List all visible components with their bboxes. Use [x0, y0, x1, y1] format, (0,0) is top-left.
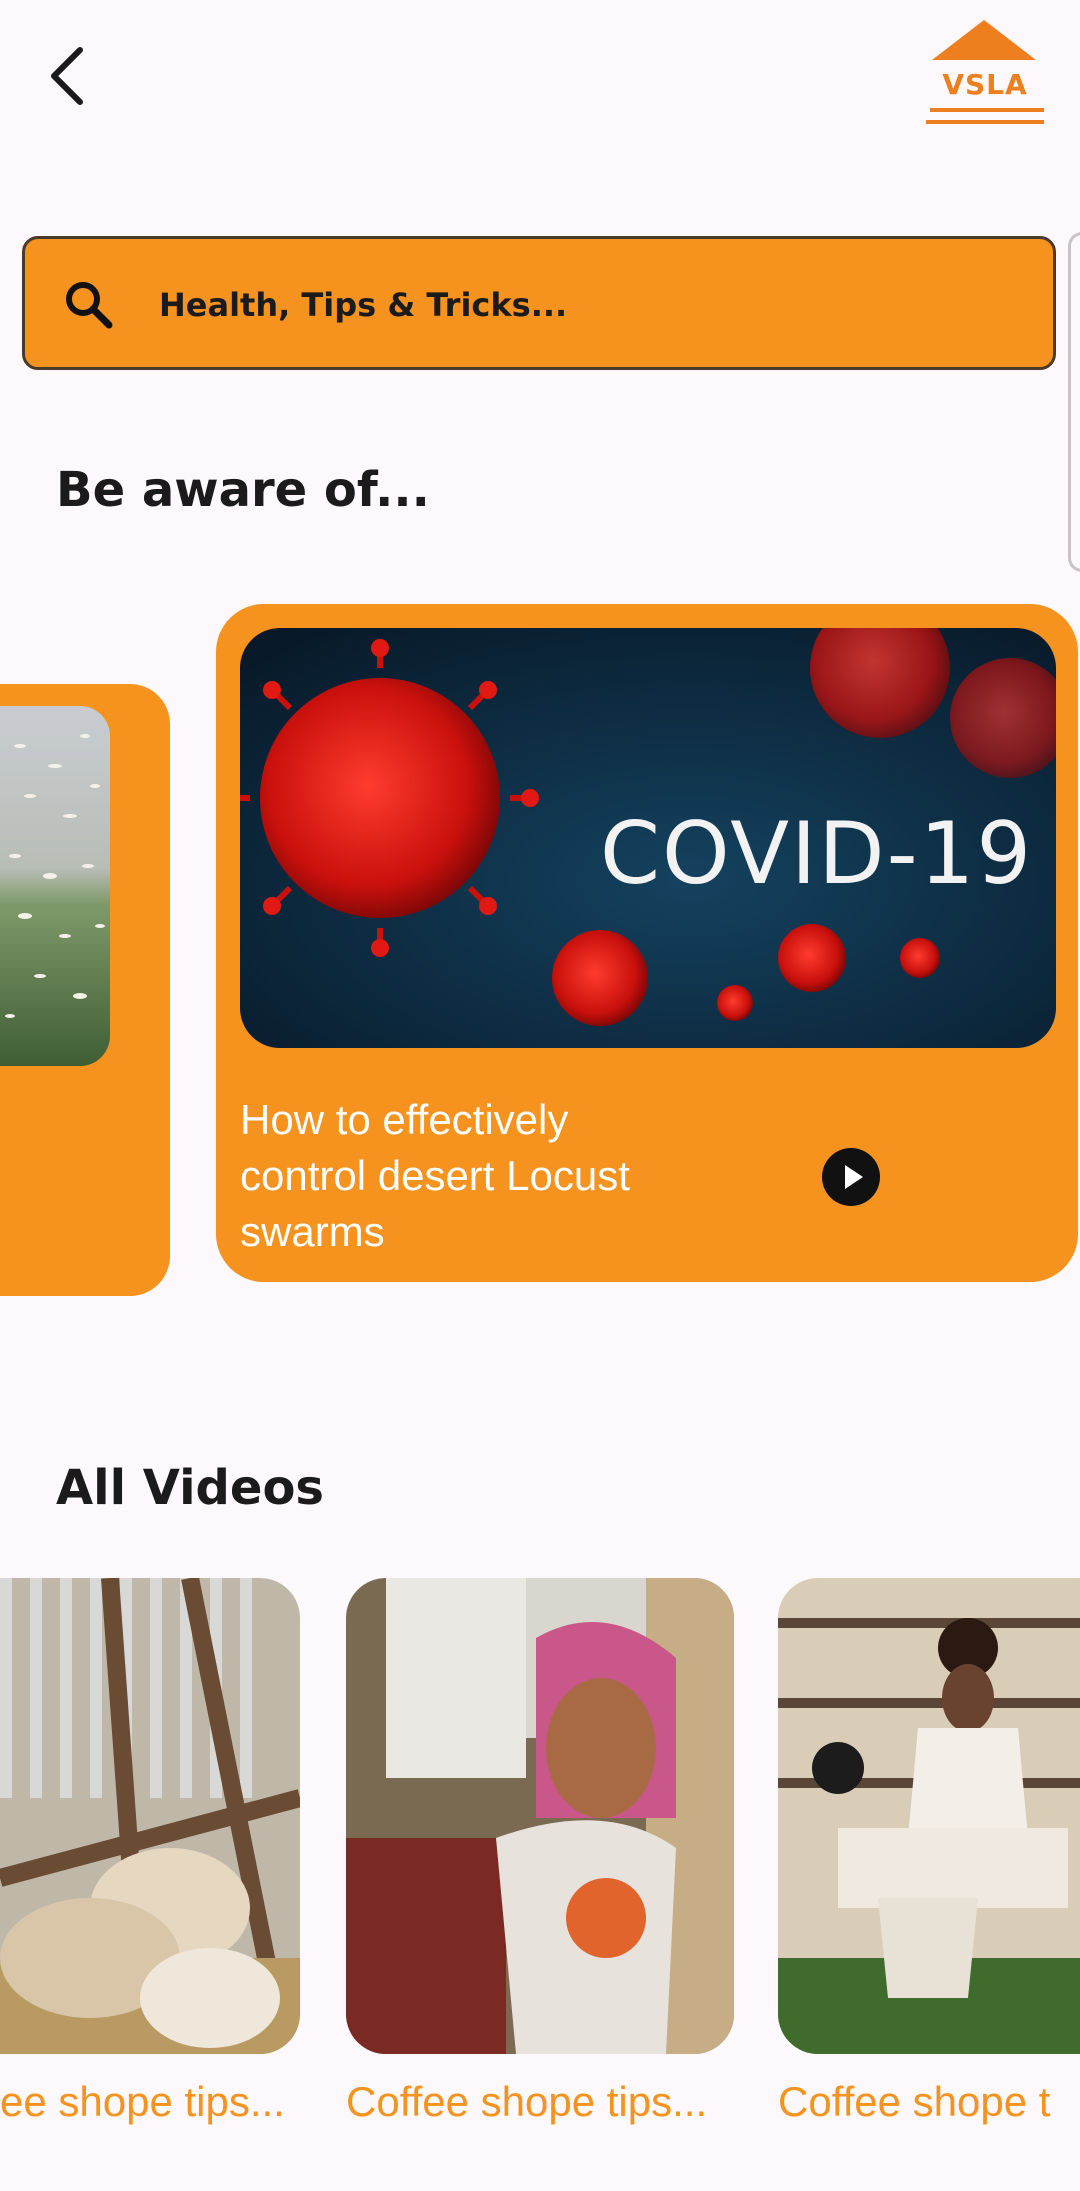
video-title[interactable]: ee shope tips... — [0, 2078, 285, 2126]
video-thumbnail[interactable] — [0, 1578, 300, 2054]
aware-card[interactable] — [0, 684, 170, 1296]
logo-underline — [926, 120, 1044, 124]
logo-roof-icon — [932, 20, 1036, 60]
covid-19-image: COVID-19 — [240, 628, 1056, 1048]
locust-swarm-image — [0, 706, 110, 1066]
aware-card-caption: How to effectively control desert Locust… — [240, 1096, 630, 1255]
woman-seller-image — [346, 1578, 734, 2054]
back-button[interactable] — [40, 38, 100, 118]
video-title[interactable]: Coffee shope t — [778, 2078, 1050, 2126]
video-title[interactable]: Coffee shope tips... — [346, 2078, 707, 2126]
play-icon[interactable] — [822, 1148, 880, 1206]
video-thumbnail[interactable] — [778, 1578, 1080, 2054]
side-panel-edge — [1068, 232, 1080, 572]
section-heading-videos: All Videos — [56, 1460, 324, 1516]
coffee-ceremony-image — [778, 1578, 1080, 2054]
aware-card[interactable]: COVID-19 How to effectively control dese… — [216, 604, 1078, 1282]
search-bar[interactable]: Health, Tips & Tricks... — [22, 236, 1056, 370]
sheep-in-pen-image — [0, 1578, 300, 2054]
search-input[interactable]: Health, Tips & Tricks... — [159, 283, 567, 327]
logo-underline — [930, 108, 1044, 112]
logo-text: VSLA — [942, 68, 1028, 101]
video-thumbnail[interactable] — [346, 1578, 734, 2054]
covid-19-image-text: COVID-19 — [600, 804, 1033, 904]
section-heading-aware: Be aware of... — [56, 462, 430, 518]
vsla-logo: VSLA — [922, 20, 1048, 134]
search-icon — [66, 282, 113, 329]
chevron-left-icon — [51, 47, 83, 105]
